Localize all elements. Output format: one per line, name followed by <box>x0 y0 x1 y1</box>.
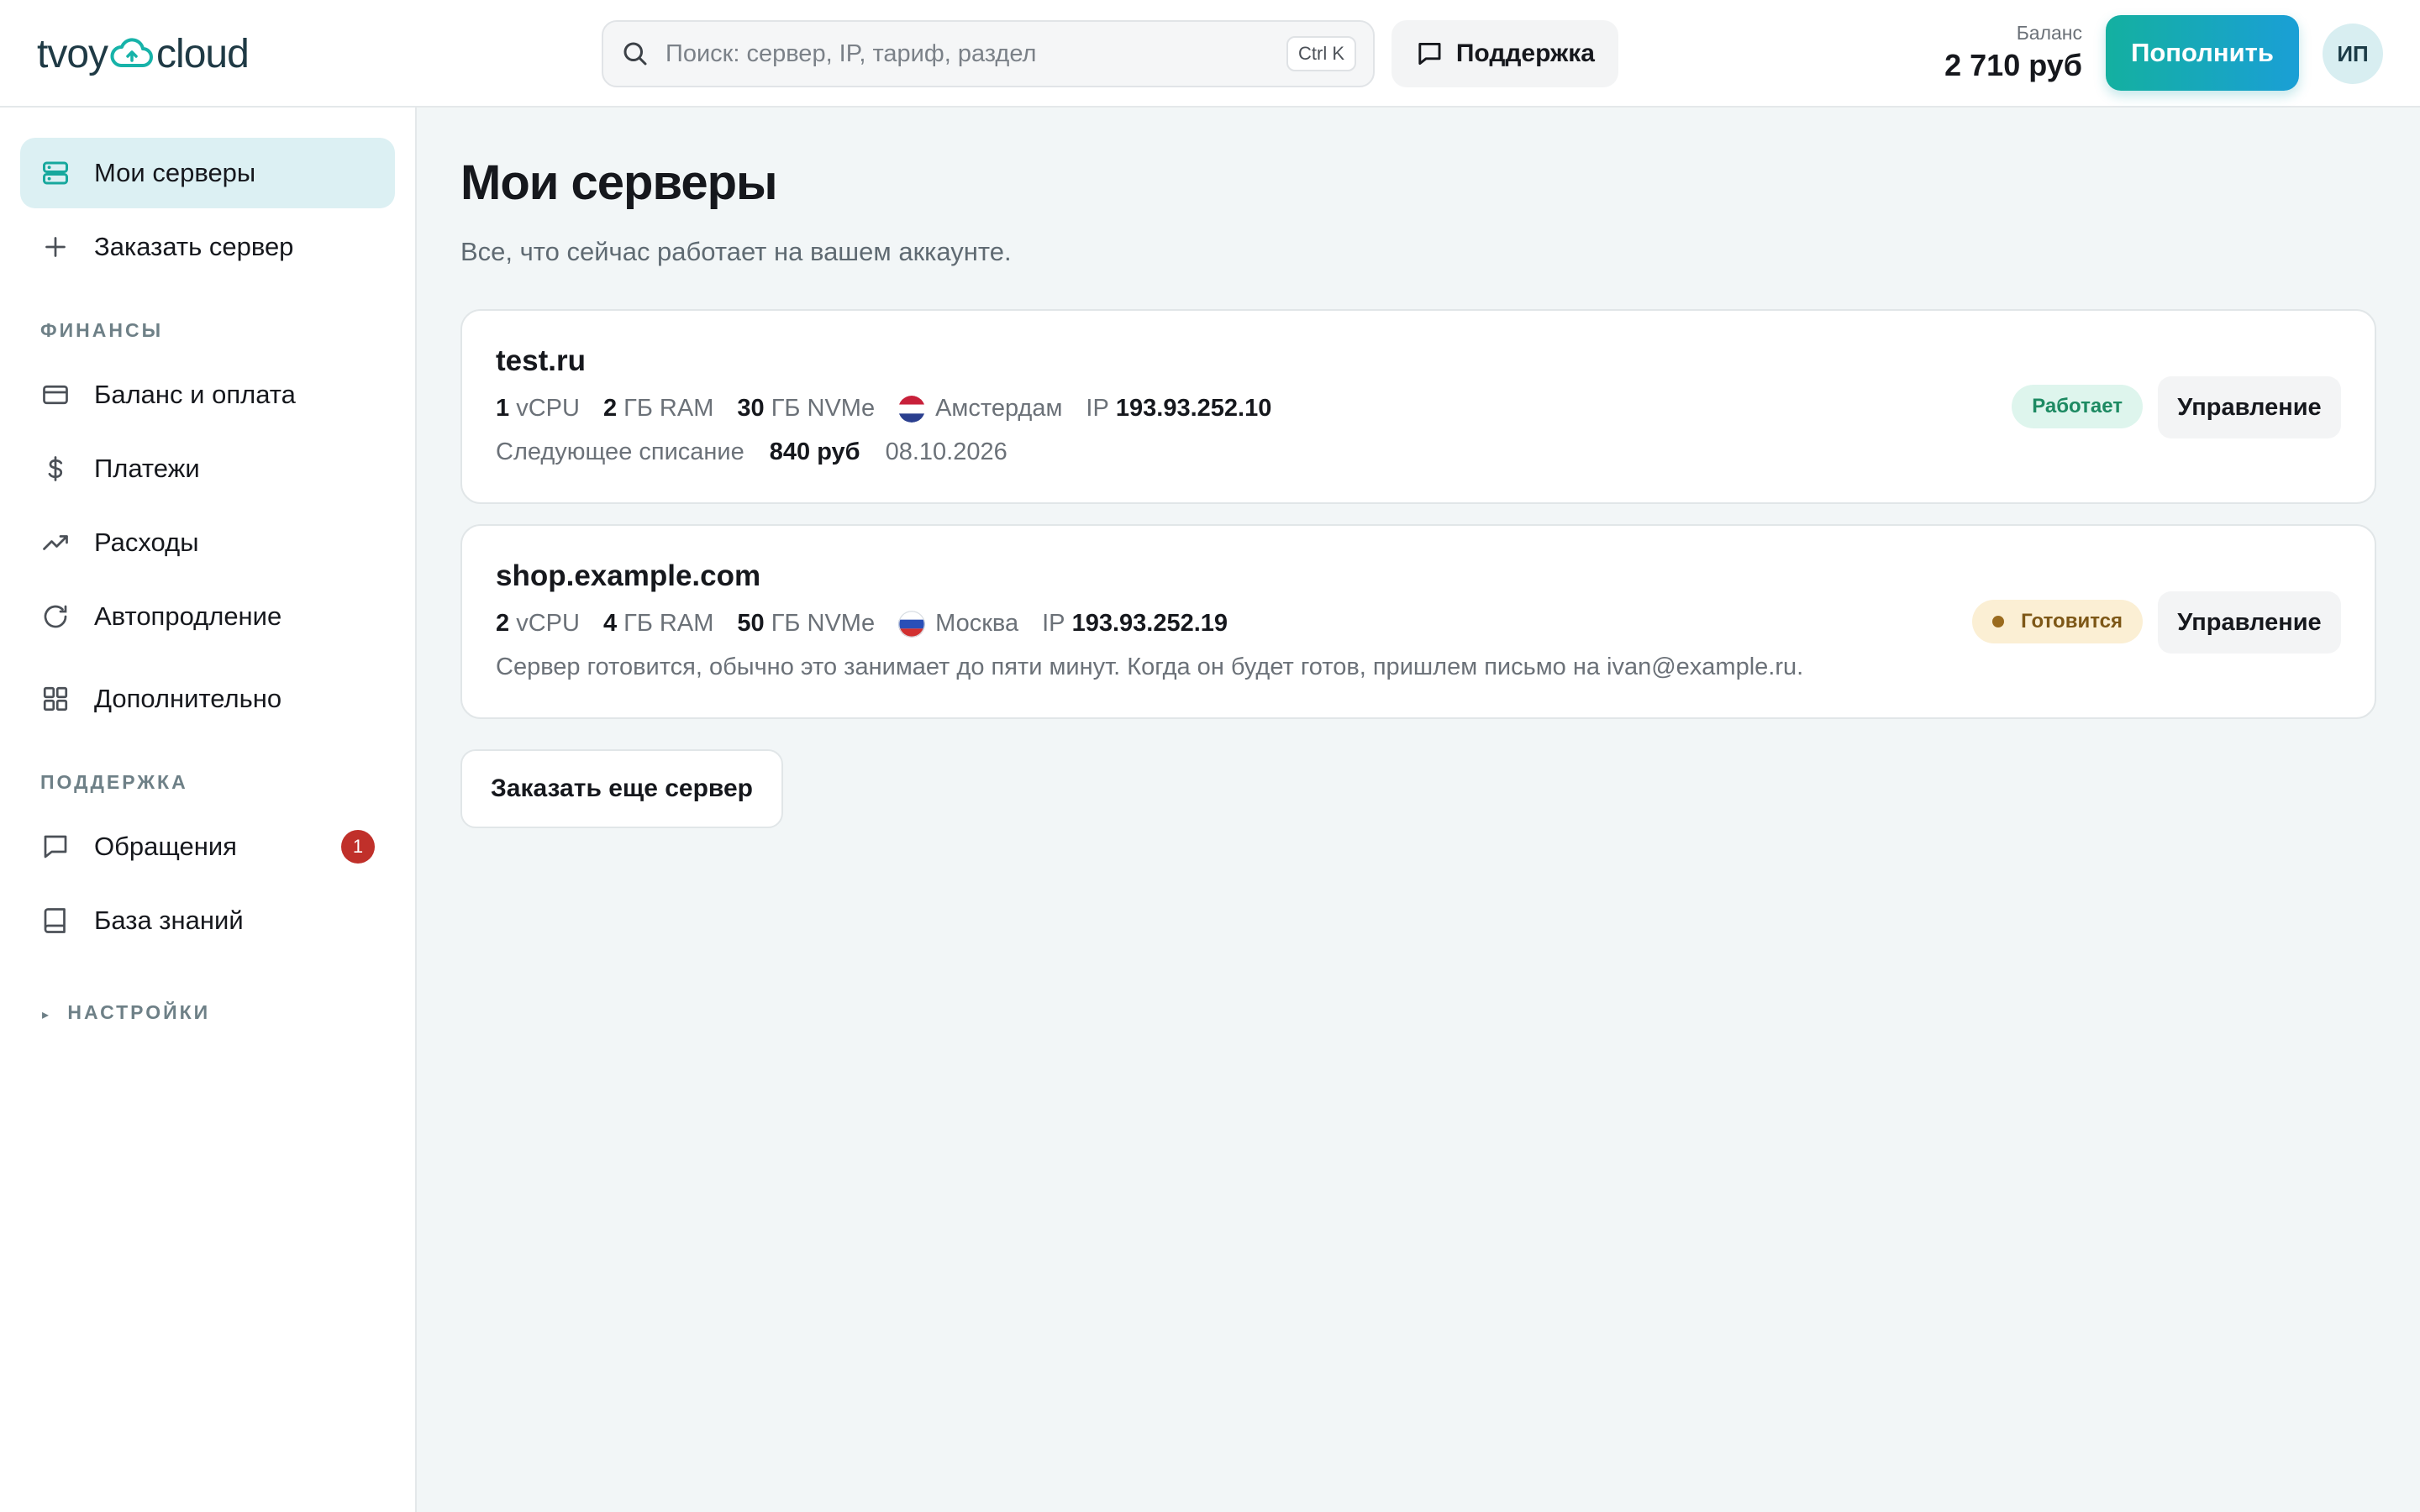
logo[interactable]: tvoy cloud <box>37 30 250 77</box>
sidebar-item-label: Заказать сервер <box>94 232 294 261</box>
server-specs: 1 vCPU 2 ГБ RAM 30 ГБ NVMe Амстердам IP … <box>496 395 1271 423</box>
ip-address[interactable]: 193.93.252.10 <box>1116 395 1271 423</box>
sidebar-item-expenses[interactable]: Расходы <box>20 507 395 578</box>
next-charge: Следующее списание 840 руб 08.10.2026 <box>496 438 1007 466</box>
ram-amount: 2 <box>602 395 618 422</box>
server-icon <box>43 161 68 185</box>
cpu-unit: vCPU <box>516 395 580 422</box>
netherlands-flag-icon <box>898 395 926 423</box>
search-shortcut-hint: Ctrl K <box>1286 36 1356 71</box>
status-dot-icon <box>1992 616 2005 627</box>
server-name: test.ru <box>496 344 586 377</box>
sidebar-section-finance: ФИНАНСЫ <box>40 319 164 341</box>
server-card: test.ru 1 vCPU 2 ГБ RAM 30 ГБ NVMe Амсте… <box>460 309 2376 504</box>
ip-label: IP <box>1042 610 1065 637</box>
disk-unit: ГБ NVMe <box>771 395 876 422</box>
disk-unit: ГБ NVMe <box>771 610 876 637</box>
cpu-count: 1 <box>496 395 510 422</box>
server-card: shop.example.com 2 vCPU 4 ГБ RAM 50 ГБ N… <box>460 524 2376 719</box>
balance-value: 2 710 руб <box>1944 48 2082 82</box>
sidebar-item-label: Платежи <box>94 454 200 483</box>
server-provisioning-note: Сервер готовится, обычно это занимает до… <box>496 654 1804 680</box>
message-icon <box>44 835 67 858</box>
cloud-icon <box>110 38 154 67</box>
ram-amount: 4 <box>602 610 618 637</box>
sidebar-item-label: Расходы <box>94 528 199 557</box>
next-charge-amount: 840 руб <box>769 438 860 465</box>
sidebar-item-label: Дополнительно <box>94 684 282 713</box>
order-another-server-button[interactable]: Заказать еще сервер <box>460 749 783 828</box>
dollar-icon <box>48 456 63 481</box>
sidebar-item-additional[interactable]: Дополнительно <box>20 664 395 734</box>
support-button[interactable]: Поддержка <box>1392 20 1618 87</box>
grid-icon <box>43 686 68 711</box>
sidebar-item-label: Обращения <box>94 832 237 861</box>
ip-label: IP <box>1086 395 1109 422</box>
top-bar: tvoy cloud Ctrl K Поддержка Баланс 2 710… <box>0 0 2420 108</box>
sidebar-item-order-server[interactable]: Заказать сервер <box>20 212 395 282</box>
page-title: Мои серверы <box>460 155 778 210</box>
server-name: shop.example.com <box>496 559 761 592</box>
sidebar-item-label: База знаний <box>94 906 244 935</box>
cpu-count: 2 <box>496 610 510 637</box>
logo-text-left: tvoy <box>37 31 108 76</box>
manage-button[interactable]: Управление <box>2158 591 2341 654</box>
server-specs: 2 vCPU 4 ГБ RAM 50 ГБ NVMe Москва IP 193… <box>496 610 1228 638</box>
sidebar-section-settings[interactable]: ▸ НАСТРОЙКИ <box>42 1001 210 1024</box>
ram-unit: ГБ RAM <box>623 610 714 637</box>
sidebar-item-my-servers[interactable]: Мои серверы <box>20 138 395 208</box>
next-charge-label: Следующее списание <box>496 438 744 465</box>
ip-address[interactable]: 193.93.252.19 <box>1072 610 1228 638</box>
search-input[interactable] <box>666 39 1286 68</box>
credit-card-icon <box>43 385 68 405</box>
russia-flag-icon <box>898 610 926 638</box>
search-bar[interactable]: Ctrl K <box>602 20 1375 87</box>
plus-icon <box>45 237 66 257</box>
sidebar: Мои серверы Заказать сервер ФИНАНСЫ Бала… <box>0 108 417 1512</box>
sidebar-item-label: Мои серверы <box>94 158 256 187</box>
disk-amount: 30 <box>737 395 765 422</box>
balance-label: Баланс <box>2016 22 2082 44</box>
topup-button[interactable]: Пополнить <box>2106 15 2299 91</box>
sidebar-item-label: Баланс и оплата <box>94 380 296 409</box>
trending-up-icon <box>43 535 68 550</box>
balance-display: Баланс 2 710 руб <box>1944 22 2082 83</box>
sidebar-section-support: ПОДДЕРЖКА <box>40 771 188 793</box>
logo-text-right: cloud <box>156 31 250 76</box>
sidebar-item-label: Автопродление <box>94 601 282 631</box>
status-label: Готовится <box>2021 610 2123 633</box>
settings-title: НАСТРОЙКИ <box>67 1001 211 1023</box>
page-subtitle: Все, что сейчас работает на вашем аккаун… <box>460 237 1012 266</box>
sidebar-item-knowledge-base[interactable]: База знаний <box>20 885 395 956</box>
sidebar-item-payments[interactable]: Платежи <box>20 433 395 504</box>
sidebar-item-tickets[interactable]: Обращения 1 <box>20 811 395 882</box>
avatar[interactable]: ИП <box>2323 24 2383 84</box>
book-icon <box>44 908 66 933</box>
disk-amount: 50 <box>737 610 765 637</box>
manage-button[interactable]: Управление <box>2158 376 2341 438</box>
status-badge: Работает <box>2012 385 2143 428</box>
ram-unit: ГБ RAM <box>623 395 714 422</box>
caret-right-icon: ▸ <box>42 1008 52 1022</box>
server-location: Амстердам <box>935 395 1063 422</box>
sidebar-item-autorenew[interactable]: Автопродление <box>20 581 395 652</box>
notification-badge: 1 <box>341 830 375 864</box>
support-button-label: Поддержка <box>1455 39 1595 67</box>
next-charge-date: 08.10.2026 <box>885 438 1007 465</box>
server-location: Москва <box>935 610 1019 637</box>
sidebar-item-balance[interactable]: Баланс и оплата <box>20 360 395 430</box>
refresh-icon <box>44 605 67 628</box>
status-badge: Готовится <box>1972 600 2143 643</box>
cpu-unit: vCPU <box>516 610 580 637</box>
message-icon <box>1418 42 1441 66</box>
search-icon <box>623 42 647 66</box>
